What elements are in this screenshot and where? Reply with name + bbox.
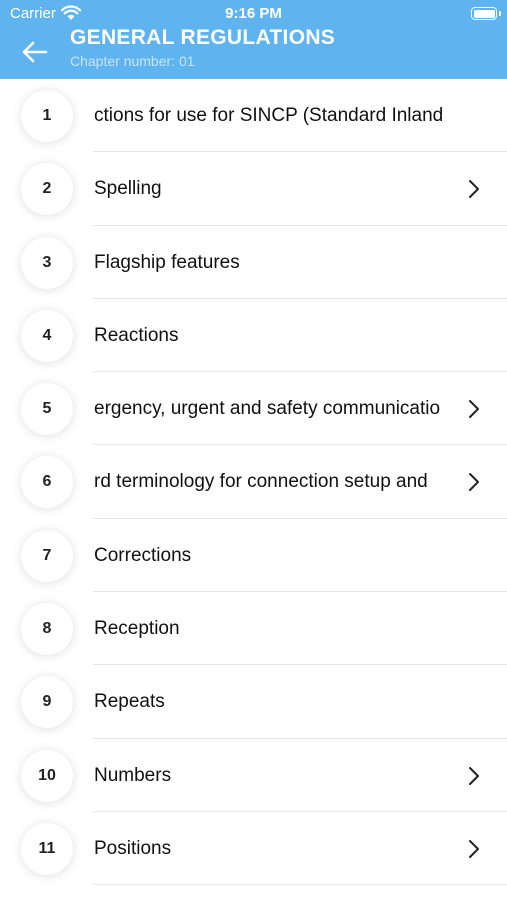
item-label: Flagship features xyxy=(94,251,240,273)
battery-icon xyxy=(471,7,497,20)
status-bar: Carrier 9:16 PM xyxy=(0,0,507,28)
chevron-right-icon xyxy=(469,180,479,199)
chevron-right-icon xyxy=(469,473,479,492)
item-label: Repeats xyxy=(94,691,165,713)
item-label: Numbers xyxy=(94,764,172,786)
list-item[interactable]: 10 Numbers xyxy=(0,739,507,813)
status-time: 9:16 PM xyxy=(225,5,282,22)
item-number-badge: 5 xyxy=(21,383,73,436)
list-item[interactable]: 5 ergency, urgent and safety communicatio xyxy=(0,372,507,446)
item-label: Spelling xyxy=(94,178,162,200)
battery-tip xyxy=(499,11,501,16)
item-label: Reception xyxy=(94,618,180,640)
chevron-right-icon xyxy=(469,839,479,858)
item-label: ctions for use for SINCP (Standard Inlan… xyxy=(94,105,444,126)
list-item[interactable]: 8 Reception xyxy=(0,592,507,666)
item-number-badge: 7 xyxy=(21,529,73,582)
app-header: Carrier 9:16 PM GENERAL REGULATIONS Chap… xyxy=(0,0,507,79)
list-item[interactable]: 6 rd terminology for connection setup and xyxy=(0,445,507,520)
item-label: Corrections xyxy=(94,544,192,566)
chevron-right-icon xyxy=(469,766,479,785)
item-number-badge: 1 xyxy=(21,90,73,142)
chevron-right-icon xyxy=(469,400,479,419)
list-item[interactable]: 1 ctions for use for SINCP (Standard Inla… xyxy=(0,79,507,153)
page-title: GENERAL REGULATIONS xyxy=(70,26,336,49)
item-number-badge: 6 xyxy=(21,456,73,509)
section-list: 1 ctions for use for SINCP (Standard Inla… xyxy=(0,79,507,886)
item-number-badge: 4 xyxy=(21,309,73,362)
chapter-subtitle: Chapter number: 01 xyxy=(70,53,195,69)
list-item[interactable]: 3 Flagship features xyxy=(0,226,507,300)
list-item[interactable]: 4 Reactions xyxy=(0,299,507,373)
item-number-badge: 9 xyxy=(21,676,73,729)
item-label: ergency, urgent and safety communicatio xyxy=(94,398,441,420)
item-label: Reactions xyxy=(94,324,179,346)
item-label: Positions xyxy=(94,837,172,859)
item-number-badge: 2 xyxy=(21,163,73,216)
item-number-badge: 10 xyxy=(21,749,73,802)
list-item[interactable]: 2 Spelling xyxy=(0,152,507,226)
item-number-badge: 11 xyxy=(21,822,73,875)
list-item[interactable]: 11 Positions xyxy=(0,812,507,886)
item-number-badge: 8 xyxy=(21,603,73,656)
list-item[interactable]: 7 Corrections xyxy=(0,519,507,593)
list-item[interactable]: 9 Repeats xyxy=(0,665,507,739)
item-label: rd terminology for connection setup and xyxy=(94,471,428,493)
item-number-badge: 3 xyxy=(21,236,73,289)
back-arrow-icon[interactable] xyxy=(20,38,50,66)
